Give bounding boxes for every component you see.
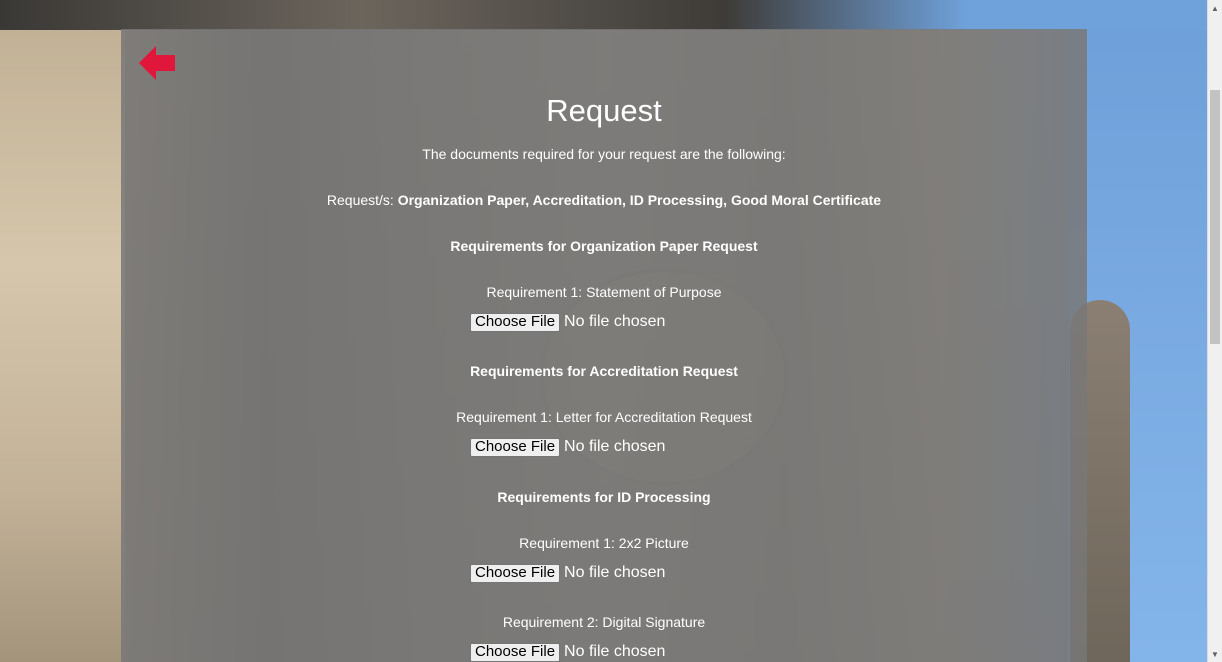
back-button[interactable] bbox=[139, 46, 175, 80]
background-top-edge bbox=[0, 0, 1208, 30]
choose-file-button[interactable]: Choose File bbox=[470, 312, 561, 332]
background-building bbox=[0, 0, 125, 662]
arrow-left-icon bbox=[139, 46, 175, 80]
section-heading: Requirements for ID Processing bbox=[497, 489, 711, 505]
requests-summary: Request/s: Organization Paper, Accredita… bbox=[121, 192, 1087, 208]
file-status: No file chosen bbox=[564, 438, 666, 455]
file-status: No file chosen bbox=[564, 313, 666, 330]
file-input[interactable]: Choose File No file chosen bbox=[470, 563, 666, 583]
intro-text: The documents required for your request … bbox=[422, 146, 786, 162]
vertical-scrollbar[interactable]: ▲ ▼ bbox=[1207, 0, 1222, 662]
section-heading: Requirements for Organization Paper Requ… bbox=[450, 238, 758, 254]
choose-file-button[interactable]: Choose File bbox=[470, 642, 561, 662]
requirement-label: Requirement 1: Letter for Accreditation … bbox=[456, 409, 752, 425]
choose-file-button[interactable]: Choose File bbox=[470, 437, 561, 457]
file-status: No file chosen bbox=[564, 564, 666, 581]
page-title: Request bbox=[546, 93, 662, 128]
file-status: No file chosen bbox=[564, 643, 666, 660]
scroll-up-icon[interactable]: ▲ bbox=[1208, 0, 1222, 16]
requests-value: Organization Paper, Accreditation, ID Pr… bbox=[397, 192, 882, 208]
scroll-thumb[interactable] bbox=[1210, 90, 1220, 344]
requirement-label: Requirement 1: Statement of Purpose bbox=[486, 284, 722, 300]
section-heading: Requirements for Accreditation Request bbox=[470, 363, 738, 379]
file-input[interactable]: Choose File No file chosen bbox=[470, 312, 666, 332]
scroll-down-icon[interactable]: ▼ bbox=[1208, 646, 1222, 662]
file-input[interactable]: Choose File No file chosen bbox=[470, 642, 666, 662]
file-input[interactable]: Choose File No file chosen bbox=[470, 437, 666, 457]
requests-label: Request/s: bbox=[326, 192, 394, 208]
requirement-label: Requirement 1: 2x2 Picture bbox=[519, 535, 689, 551]
choose-file-button[interactable]: Choose File bbox=[470, 563, 561, 583]
requirement-label: Requirement 2: Digital Signature bbox=[502, 614, 706, 630]
